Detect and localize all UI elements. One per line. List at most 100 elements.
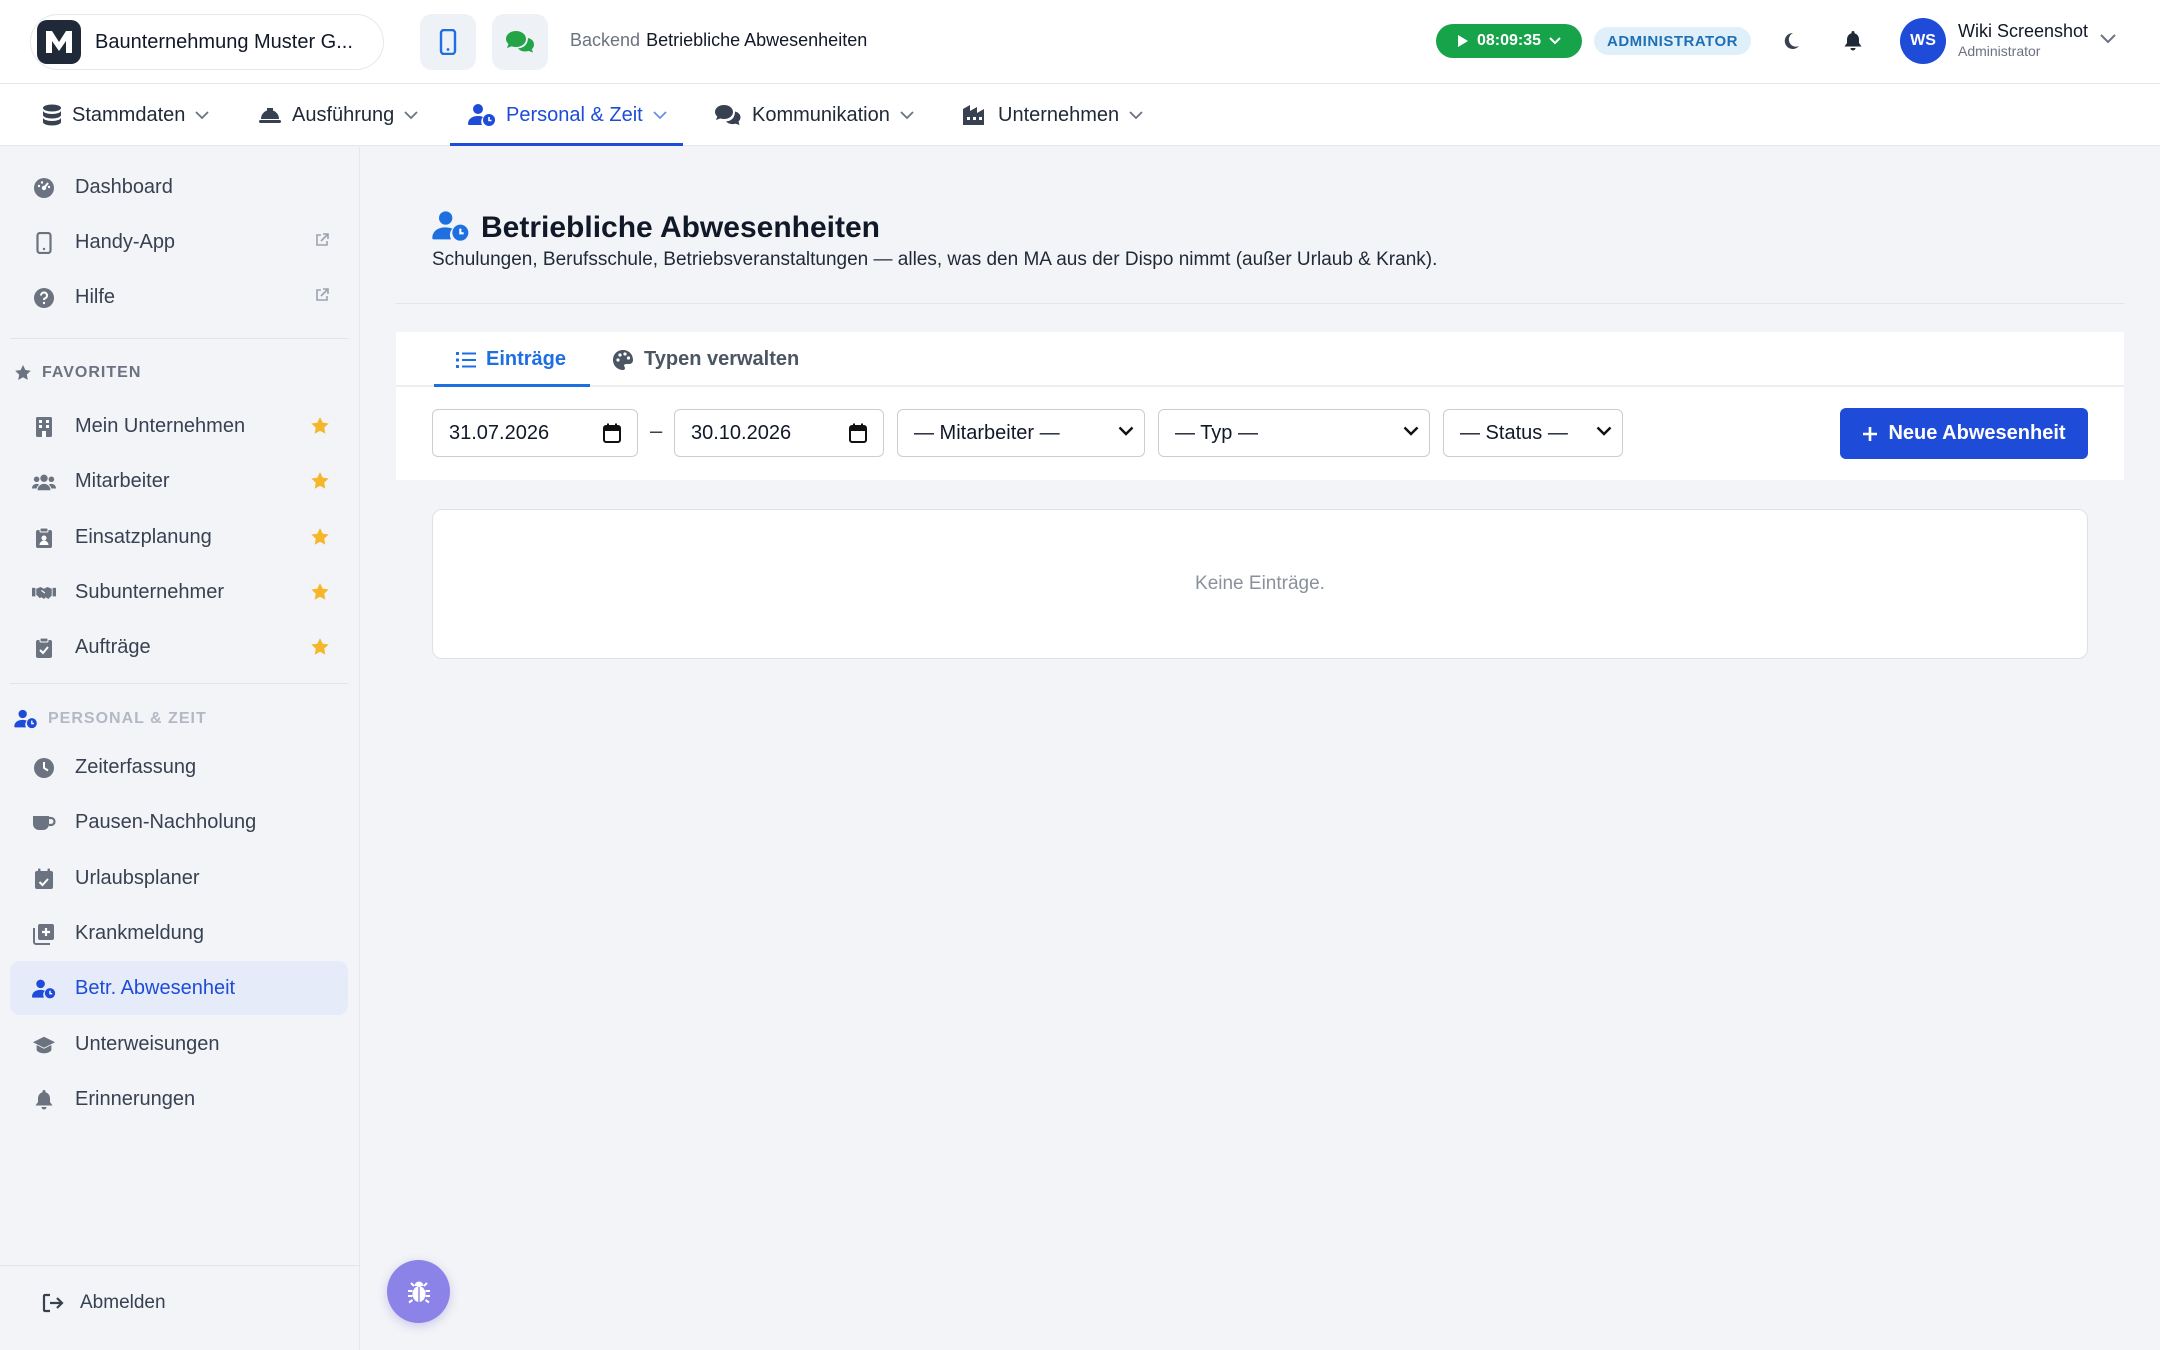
- sidebar-item-erinnerungen[interactable]: Erinnerungen: [10, 1072, 348, 1126]
- user-clock-icon: [32, 977, 56, 1001]
- hard-hat-icon: [258, 105, 282, 125]
- calendar-icon[interactable]: [603, 423, 621, 443]
- company-name: Baunternehmung Muster G...: [95, 30, 353, 53]
- bell-icon: [1843, 30, 1863, 52]
- logout-button[interactable]: Abmelden: [42, 1292, 166, 1314]
- sidebar-item-urlaubsplaner[interactable]: Urlaubsplaner: [10, 851, 348, 905]
- employee-select[interactable]: — Mitarbeiter —: [897, 409, 1145, 457]
- star-icon[interactable]: [310, 582, 330, 602]
- sidebar-item-dashboard[interactable]: Dashboard: [10, 160, 348, 214]
- breadcrumb-root[interactable]: Backend: [570, 30, 640, 50]
- company-switcher[interactable]: Baunternehmung Muster G...: [30, 14, 384, 70]
- sidebar: Dashboard Handy-App Hilfe FAVORITEN Mein…: [0, 147, 360, 1350]
- status-select[interactable]: — Status —: [1443, 409, 1623, 457]
- timer-value: 08:09:35: [1476, 32, 1542, 49]
- nav-ausfuehrung[interactable]: Ausführung: [258, 84, 418, 146]
- star-icon[interactable]: [310, 637, 330, 657]
- sidebar-item-krankmeldung[interactable]: Krankmeldung: [10, 906, 348, 960]
- sidebar-item-mein-unternehmen[interactable]: Mein Unternehmen: [10, 399, 348, 453]
- comments-icon: [714, 104, 742, 126]
- company-logo: [37, 20, 81, 64]
- empty-state: Keine Einträge.: [432, 509, 2088, 659]
- top-bar: Baunternehmung Muster G... Backend Betrie…: [0, 0, 2160, 84]
- sidebar-item-mitarbeiter[interactable]: Mitarbeiter: [10, 454, 348, 508]
- building-icon: [962, 104, 988, 126]
- breadcrumb-current: Betriebliche Abwesenheiten: [646, 30, 868, 50]
- page-title: Betriebliche Abwesenheiten: [481, 211, 880, 244]
- sidebar-footer-divider: [0, 1265, 360, 1266]
- external-link-icon: [314, 232, 330, 248]
- mobile-icon: [32, 231, 56, 255]
- palette-icon: [612, 349, 634, 371]
- star-icon[interactable]: [310, 471, 330, 491]
- star-icon[interactable]: [310, 416, 330, 436]
- tab-typen-verwalten[interactable]: Typen verwalten: [612, 332, 799, 387]
- bug-icon: [406, 1279, 432, 1305]
- date-separator: –: [650, 418, 663, 443]
- user-clock-icon: [468, 103, 496, 127]
- sidebar-item-handy-app[interactable]: Handy-App: [10, 215, 348, 269]
- chevron-down-icon: [404, 110, 418, 120]
- notifications-button[interactable]: [1840, 28, 1866, 54]
- nav-kommunikation[interactable]: Kommunikation: [714, 84, 914, 146]
- external-link-icon: [314, 287, 330, 303]
- chevron-down-icon: [900, 110, 914, 120]
- nav-unternehmen[interactable]: Unternehmen: [962, 84, 1143, 146]
- empty-state-text: Keine Einträge.: [1195, 573, 1325, 594]
- nav-stammdaten[interactable]: Stammdaten: [42, 84, 210, 146]
- database-icon: [42, 104, 62, 126]
- coffee-icon: [32, 811, 56, 835]
- question-icon: [32, 286, 56, 310]
- user-clock-icon: [432, 210, 470, 242]
- date-to-input[interactable]: 30.10.2026: [674, 409, 884, 457]
- nav-personal-zeit[interactable]: Personal & Zeit: [450, 84, 683, 146]
- user-clock-icon: [14, 709, 38, 729]
- sidebar-item-subunternehmer[interactable]: Subunternehmer: [10, 565, 348, 619]
- chevron-down-icon: [1118, 426, 1134, 436]
- chevron-down-icon: [1549, 37, 1561, 45]
- avatar[interactable]: WS: [1900, 18, 1946, 64]
- chevron-down-icon: [653, 110, 667, 120]
- plus-icon: [1862, 426, 1878, 442]
- dark-mode-toggle[interactable]: [1778, 28, 1804, 54]
- clock-icon: [32, 756, 56, 780]
- chevron-down-icon: [1403, 426, 1419, 436]
- medical-note-icon: [32, 922, 56, 946]
- divider: [396, 303, 2124, 304]
- breadcrumb: Backend Betriebliche Abwesenheiten: [570, 30, 867, 51]
- chevron-down-icon: [1596, 426, 1612, 436]
- chat-button[interactable]: [492, 14, 548, 70]
- graduation-cap-icon: [32, 1033, 56, 1057]
- type-select[interactable]: — Typ —: [1158, 409, 1430, 457]
- clipboard-check-icon: [32, 636, 56, 660]
- page-subtitle: Schulungen, Berufsschule, Betriebsverans…: [432, 249, 1438, 270]
- chevron-down-icon[interactable]: [2100, 34, 2116, 44]
- sidebar-item-einsatzplanung[interactable]: Einsatzplanung: [10, 510, 348, 564]
- sidebar-item-auftraege[interactable]: Aufträge: [10, 620, 348, 674]
- play-icon: [1457, 34, 1469, 48]
- time-tracking-timer[interactable]: 08:09:35: [1436, 24, 1582, 58]
- list-icon: [456, 351, 476, 369]
- new-absence-button[interactable]: Neue Abwesenheit: [1840, 408, 2088, 459]
- sidebar-item-zeiterfassung[interactable]: Zeiterfassung: [10, 740, 348, 794]
- date-from-input[interactable]: 31.07.2026: [432, 409, 638, 457]
- mobile-app-button[interactable]: [420, 14, 476, 70]
- comments-icon: [504, 29, 536, 55]
- gauge-icon: [32, 176, 56, 200]
- sidebar-item-betr-abwesenheit[interactable]: Betr. Abwesenheit: [10, 961, 348, 1015]
- sidebar-item-pausen-nachholung[interactable]: Pausen-Nachholung: [10, 795, 348, 849]
- tab-eintraege[interactable]: Einträge: [433, 332, 591, 387]
- user-menu[interactable]: Wiki Screenshot Administrator: [1958, 22, 2088, 58]
- chevron-down-icon: [195, 110, 210, 120]
- user-role: Administrator: [1958, 43, 2041, 59]
- role-badge: ADMINISTRATOR: [1594, 27, 1751, 55]
- star-icon: [14, 364, 32, 382]
- calendar-icon[interactable]: [849, 423, 867, 443]
- handshake-icon: [32, 581, 56, 605]
- bug-report-button[interactable]: [387, 1260, 450, 1323]
- building-icon: [32, 415, 56, 439]
- clipboard-user-icon: [32, 526, 56, 550]
- sidebar-item-hilfe[interactable]: Hilfe: [10, 270, 348, 324]
- sidebar-item-unterweisungen[interactable]: Unterweisungen: [10, 1017, 348, 1071]
- star-icon[interactable]: [310, 527, 330, 547]
